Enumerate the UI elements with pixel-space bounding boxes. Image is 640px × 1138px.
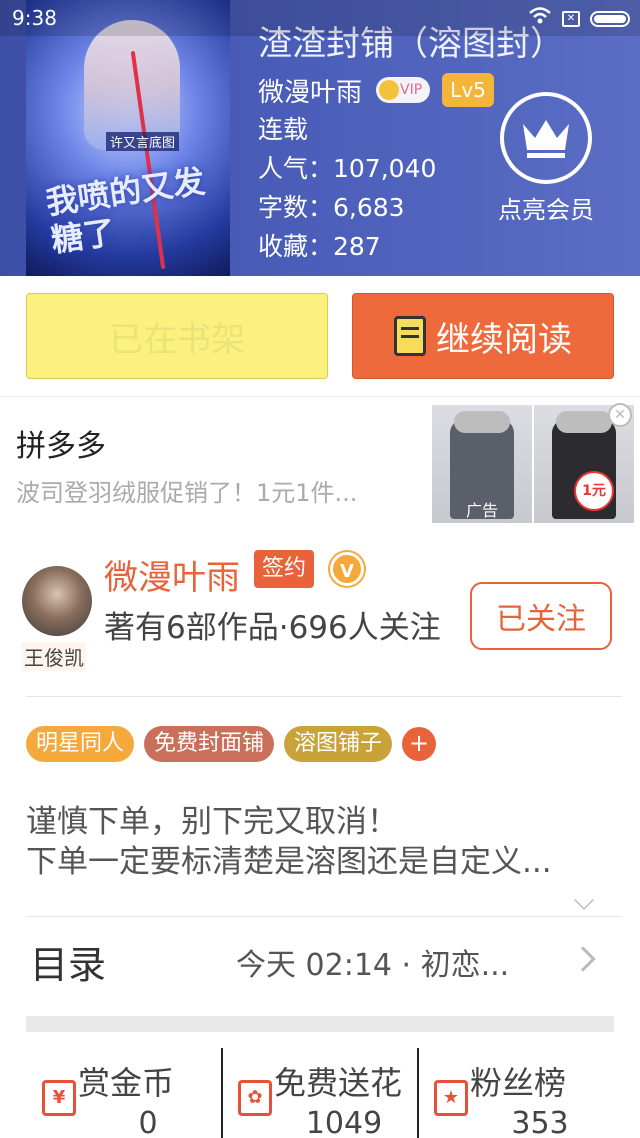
author-card: 王俊凯 微漫叶雨 签约 V 著有6部作品·696人关注 已关注 明星同人 免费封…	[0, 534, 640, 1138]
stat-label: 粉丝榜	[470, 1064, 567, 1102]
member-label: 点亮会员	[498, 196, 594, 224]
ad-title: 拼多多	[16, 429, 106, 464]
divider	[26, 916, 622, 917]
signed-badge: 签约	[254, 550, 315, 588]
book-icon	[394, 316, 426, 356]
reward-coins-button[interactable]: ¥ 赏金币 0	[26, 1048, 222, 1138]
divider	[26, 696, 622, 697]
cover-tag: 许又言底图	[106, 132, 180, 151]
chevron-right-icon	[570, 946, 596, 972]
wifi-icon	[528, 6, 552, 31]
red-envelope-icon: ¥	[42, 1080, 76, 1116]
cover-title: 我喷的又发糖了	[43, 161, 208, 260]
medal-icon: ★	[434, 1080, 468, 1116]
tag-item[interactable]: 免费封面铺	[144, 726, 275, 762]
description-line: 下单一定要标清楚是溶图还是自定义...	[26, 844, 552, 880]
status-time: 9:38	[12, 6, 57, 30]
status-icons: ✕	[528, 6, 630, 31]
book-description[interactable]: 谨慎下单，别下完又取消！ 下单一定要标清楚是溶图还是自定义...	[26, 802, 616, 882]
bottom-stats: ¥ 赏金币 0 ✿ 免费送花 1049 ★ 粉丝榜 353	[0, 1048, 640, 1138]
book-header: 9:38 ✕ 许又言底图 我喷的又发糖了 渣渣封铺（溶图封） 微漫叶雨 VIP …	[0, 0, 640, 276]
author-avatar[interactable]	[22, 566, 92, 636]
cover-figure	[84, 20, 180, 150]
book-detail-page: 9:38 ✕ 许又言底图 我喷的又发糖了 渣渣封铺（溶图封） 微漫叶雨 VIP …	[0, 0, 640, 1138]
bookshelf-button[interactable]: 已在书架	[26, 293, 328, 379]
follow-button[interactable]: 已关注	[470, 582, 612, 650]
vip-badge: VIP	[376, 77, 431, 103]
continue-reading-button[interactable]: 继续阅读	[352, 293, 614, 379]
close-icon[interactable]: ✕	[608, 403, 632, 427]
sim-card-icon: ✕	[562, 10, 580, 27]
chevron-down-icon[interactable]	[574, 890, 594, 910]
ad-description: 波司登羽绒服促销了！1元1件...	[16, 479, 358, 507]
toc-label: 目录	[30, 943, 107, 987]
tag-item[interactable]: 明星同人	[26, 726, 135, 762]
table-of-contents-row[interactable]: 目录 今天 02:14 · 初恋...	[26, 922, 622, 1002]
card-author-name[interactable]: 微漫叶雨	[104, 550, 240, 599]
crown-icon	[500, 92, 592, 184]
tag-item[interactable]: 溶图铺子	[284, 726, 393, 762]
flower-icon: ✿	[238, 1080, 272, 1116]
tag-list: 明星同人 免费封面铺 溶图铺子 +	[26, 726, 437, 762]
author-name[interactable]: 微漫叶雨	[258, 72, 362, 109]
avatar-caption: 王俊凯	[22, 642, 86, 671]
author-stats: 著有6部作品·696人关注	[104, 610, 441, 646]
stat-label: 赏金币	[78, 1064, 175, 1102]
fur-hood	[454, 411, 510, 433]
free-flowers-button[interactable]: ✿ 免费送花 1049	[222, 1048, 418, 1138]
stat-value: 1049	[305, 1106, 383, 1138]
battery-icon	[590, 10, 630, 27]
latest-chapter: 今天 02:14 · 初恋...	[236, 948, 510, 983]
add-tag-button[interactable]: +	[402, 727, 437, 761]
fan-ranking-button[interactable]: ★ 粉丝榜 353	[418, 1048, 614, 1138]
continue-reading-label: 继续阅读	[436, 319, 572, 360]
book-cover[interactable]: 许又言底图 我喷的又发糖了	[26, 0, 230, 276]
stat-label: 免费送花	[274, 1064, 403, 1102]
ad-banner[interactable]: 拼多多 波司登羽绒服促销了！1元1件... 1元 广告 ✕	[0, 396, 640, 534]
fur-hood	[556, 411, 612, 433]
stat-value: 0	[138, 1106, 158, 1138]
description-line: 谨慎下单，别下完又取消！	[26, 804, 398, 840]
stat-value: 353	[511, 1106, 569, 1138]
status-bar: 9:38 ✕	[0, 0, 640, 36]
price-tag: 1元	[574, 471, 614, 511]
member-button[interactable]: 点亮会员	[486, 92, 606, 225]
ad-label: 广告	[466, 501, 499, 520]
verified-icon: V	[330, 552, 364, 586]
action-buttons: 已在书架 继续阅读	[0, 276, 640, 396]
book-favorites: 收藏：287	[258, 232, 381, 261]
section-separator	[26, 1016, 614, 1032]
